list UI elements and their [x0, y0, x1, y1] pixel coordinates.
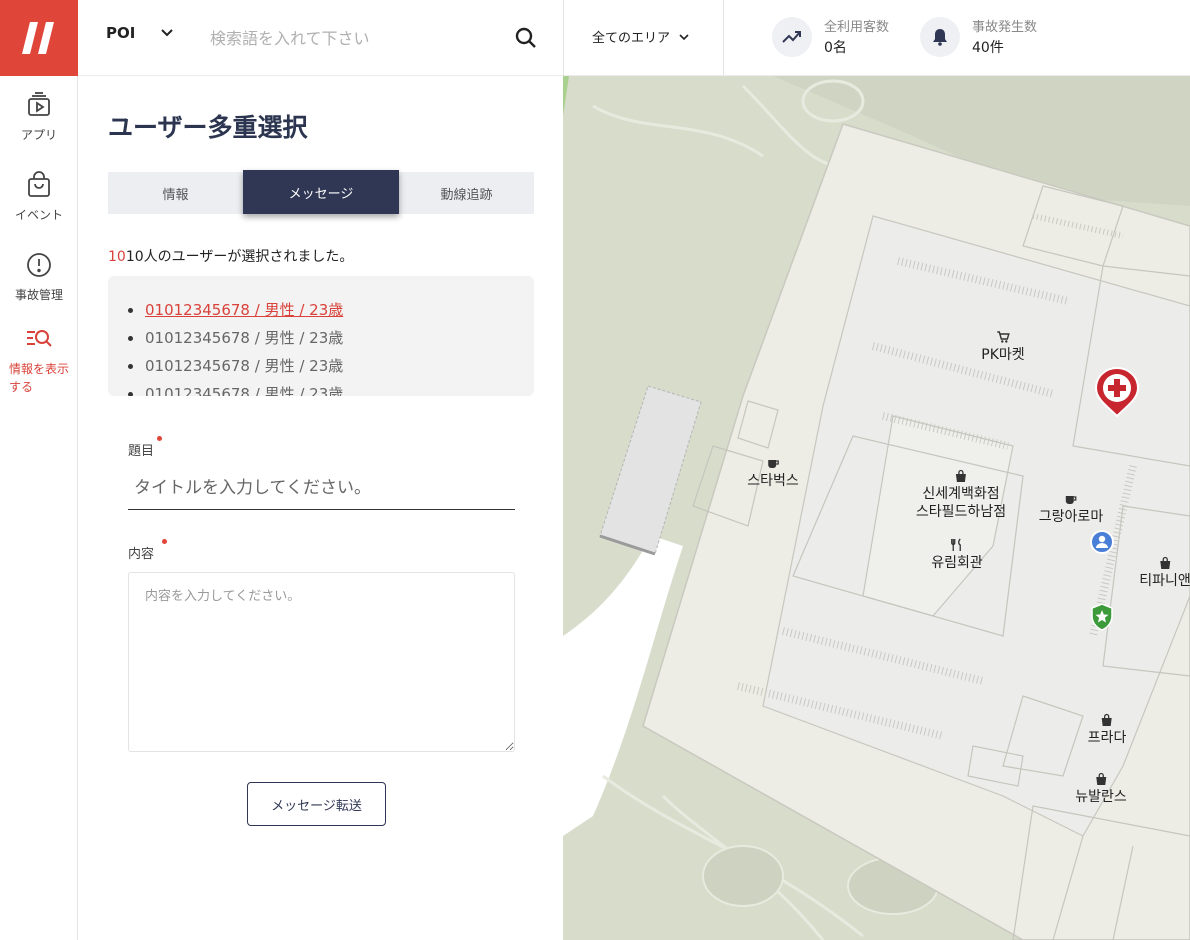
indoor-map[interactable]: PK마켓 스타벅스 신세계백화점 스타필드하남점 그랑아로마 유림회관 티파니앤…: [563, 76, 1190, 940]
selection-text: 10人のユーザーが選択されました。: [125, 249, 354, 265]
required-dot: [162, 539, 167, 544]
divider: [723, 0, 724, 76]
poi-name: 티파니앤: [1139, 573, 1190, 589]
send-message-button[interactable]: メッセージ転送: [247, 782, 386, 826]
bullet: [128, 363, 133, 369]
coffee-icon: [1066, 496, 1077, 504]
bag-icon: [1160, 556, 1170, 569]
stat-value: 40件: [972, 40, 1004, 56]
user-entry: 01012345678 / 男性 / 23歳: [145, 301, 344, 319]
bag-icon: [1096, 772, 1106, 785]
tab-message[interactable]: メッセージ: [243, 170, 399, 214]
user-entry: 01012345678 / 男性 / 23歳: [145, 329, 344, 347]
poi-name: 뉴발란스: [1075, 789, 1127, 805]
medical-marker-icon[interactable]: [1094, 366, 1140, 418]
user-list-item[interactable]: 01012345678 / 男性 / 23歳: [128, 352, 534, 380]
bag-icon: [1101, 713, 1112, 726]
search-list-icon: [27, 330, 52, 347]
area-dropdown-label: 全てのエリア: [592, 31, 671, 46]
poi-new-balance[interactable]: 뉴발란스: [1075, 772, 1127, 806]
poi-grand-aroma[interactable]: 그랑아로마: [1039, 492, 1103, 526]
user-entry: 01012345678 / 男性 / 23歳: [145, 385, 344, 396]
restaurant-icon: [950, 538, 961, 551]
chevron-down-icon: [161, 29, 174, 37]
coffee-icon: [768, 460, 779, 468]
selection-summary: 1010人のユーザーが選択されました。: [108, 246, 353, 266]
bag-icon: [955, 469, 966, 482]
area-dropdown[interactable]: 全てのエリア: [592, 27, 690, 46]
divider: [563, 0, 564, 76]
content-label: 内容: [128, 547, 155, 562]
poi-shinsegae[interactable]: 신세계백화점 스타필드하남점: [916, 469, 1006, 521]
chevron-down-icon: [679, 33, 689, 40]
bell-icon: [920, 16, 960, 57]
search-input[interactable]: [210, 24, 500, 52]
stat-value: 0名: [824, 40, 847, 56]
message-panel: ユーザー多重選択 情報 メッセージ 動線追跡 1010人のユーザーが選択されまし…: [78, 76, 563, 940]
shopping-bag-icon: [28, 170, 50, 197]
stat-label: 全利用客数: [824, 20, 890, 35]
user-list-item[interactable]: 01012345678 / 男性 / 23歳: [128, 324, 534, 352]
cart-icon: [996, 331, 1010, 343]
nav-item-label: 事故管理: [14, 287, 63, 302]
selection-count: 10: [108, 249, 126, 265]
page-title: ユーザー多重選択: [108, 113, 308, 142]
tab-info[interactable]: 情報: [108, 172, 243, 214]
poi-starbucks[interactable]: 스타벅스: [747, 456, 799, 490]
content-textarea[interactable]: [128, 572, 515, 752]
user-list-item[interactable]: 01012345678 / 男性 / 23歳: [128, 296, 534, 324]
logo-slash-icon: [22, 22, 54, 54]
stat-label: 事故発生数: [972, 20, 1038, 35]
side-nav: アプリ イベント 事故管理 情報を表示する: [0, 0, 78, 940]
nav-item-event[interactable]: イベント: [0, 156, 78, 236]
bullet: [128, 335, 133, 341]
user-location-icon[interactable]: [1090, 530, 1114, 554]
user-entry: 01012345678 / 男性 / 23歳: [145, 357, 344, 375]
poi-yurim[interactable]: 유림회관: [931, 538, 983, 572]
poi-pk-market[interactable]: PK마켓: [981, 330, 1025, 364]
nav-item-label: アプリ: [20, 127, 57, 142]
search-icon[interactable]: [514, 26, 538, 50]
trending-up-icon: [772, 16, 812, 57]
poi-dropdown[interactable]: POI: [106, 24, 175, 42]
poi-dropdown-label: POI: [106, 24, 136, 42]
nav-item-label: 情報を表示する: [9, 362, 70, 394]
poi-name: PK마켓: [981, 347, 1025, 363]
alert-circle-icon: [27, 252, 51, 277]
poi-name: 신세계백화점 스타필드하남점: [915, 486, 1007, 520]
nav-item-label: イベント: [14, 207, 63, 222]
required-dot: [157, 436, 162, 441]
stat-accidents: 事故発生数 40件: [920, 16, 1037, 57]
nav-item-accident[interactable]: 事故管理: [0, 236, 78, 316]
selected-user-list[interactable]: 01012345678 / 男性 / 23歳 01012345678 / 男性 …: [108, 276, 534, 396]
bullet: [128, 391, 133, 396]
nav-item-app[interactable]: アプリ: [0, 76, 78, 156]
poi-name: 스타벅스: [747, 473, 799, 489]
security-shield-icon[interactable]: [1090, 603, 1114, 631]
stat-total-visitors: 全利用客数 0名: [772, 16, 889, 57]
poi-name: 프라다: [1087, 730, 1127, 746]
poi-name: 그랑아로마: [1038, 509, 1104, 525]
nav-item-info[interactable]: 情報を表示する: [0, 316, 78, 404]
subject-input[interactable]: [128, 466, 515, 510]
top-bar: POI 全てのエリア 全利用客数 0名 事故発生数 40件: [78, 0, 1190, 76]
app-logo[interactable]: [0, 0, 78, 76]
bullet: [128, 307, 133, 313]
tab-trace[interactable]: 動線追跡: [399, 172, 534, 214]
app-play-icon: [28, 91, 50, 116]
poi-tiffany[interactable]: 티파니앤: [1139, 556, 1190, 590]
subject-label: 題目: [128, 444, 155, 459]
poi-prada[interactable]: 프라다: [1087, 713, 1127, 747]
user-list-item[interactable]: 01012345678 / 男性 / 23歳: [128, 380, 534, 396]
poi-name: 유림회관: [931, 555, 983, 571]
tab-bar: 情報 メッセージ 動線追跡: [108, 170, 534, 214]
